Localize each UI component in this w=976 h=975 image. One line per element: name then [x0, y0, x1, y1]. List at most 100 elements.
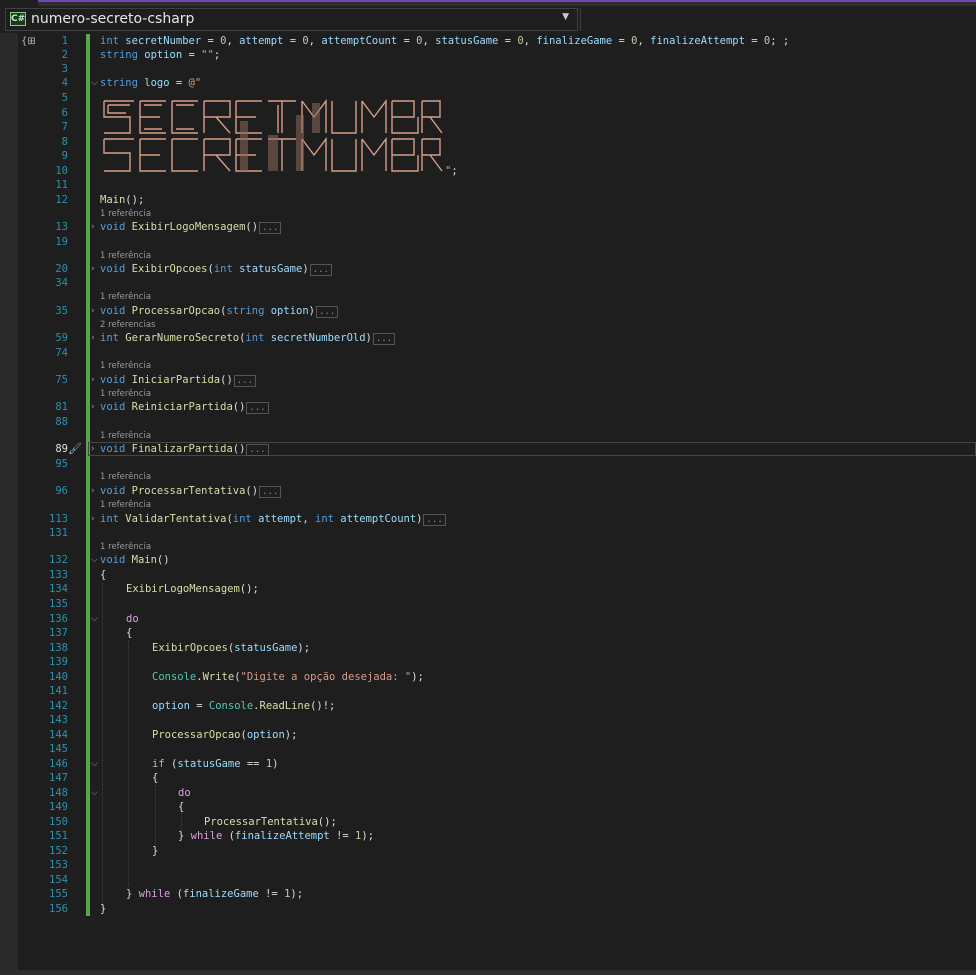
collapsed-region-button[interactable]: ... — [372, 333, 396, 345]
code-lens-references[interactable]: 1 referência — [100, 251, 151, 261]
code-lens-references[interactable]: 1 referência — [100, 361, 151, 371]
dropdown-chevron-icon[interactable]: ▼ — [562, 12, 569, 22]
token-var: statusGame — [435, 35, 499, 47]
token-function: IniciarPartida — [131, 374, 221, 386]
line-number: 149 — [49, 801, 68, 813]
fold-expand-icon[interactable]: › — [91, 373, 95, 387]
code-lens-references[interactable]: 1 referência — [100, 500, 151, 510]
code-line-150: ProcessarTentativa(); — [204, 815, 337, 829]
token-punct: { — [178, 801, 185, 813]
token-punct: != — [329, 830, 356, 842]
collapsed-region-button[interactable]: ... — [309, 264, 332, 276]
token-punct: ) — [302, 263, 309, 275]
horizontal-scrollbar[interactable] — [0, 970, 976, 975]
member-dropdown[interactable] — [580, 8, 976, 31]
token-punct: () — [232, 443, 246, 455]
code-lens-references[interactable]: 2 referencias — [100, 320, 155, 330]
token-var: attempt — [239, 35, 284, 47]
token-punct: { — [100, 569, 107, 581]
code-lens-references[interactable]: 1 referência — [100, 209, 151, 219]
token-function: Main — [100, 194, 126, 206]
token-function: ValidarTentativa — [125, 513, 227, 525]
token-keyword: void — [100, 554, 126, 566]
code-line-146: if (statusGame == 1) — [152, 757, 278, 771]
fold-expand-icon[interactable]: › — [91, 262, 95, 276]
line-number: 135 — [49, 598, 68, 610]
collapsed-region-button[interactable]: ... — [246, 402, 269, 414]
token-keyword: string — [100, 77, 138, 89]
token-param: attemptCount — [340, 513, 417, 525]
token-punct: { — [126, 627, 133, 639]
code-line-12: Main(); — [100, 193, 144, 207]
code-line-20: void ExibirOpcoes(int statusGame)... — [100, 262, 332, 277]
token-function: FinalizarPartida — [131, 443, 233, 455]
code-lens-references[interactable]: 1 referência — [100, 431, 151, 441]
token-keyword: string — [226, 305, 265, 317]
fold-chevron-icon[interactable]: ⌵ — [91, 76, 98, 90]
collapsed-region-button[interactable]: ... — [233, 375, 257, 387]
fold-expand-icon[interactable]: › — [91, 484, 95, 498]
collapsed-region-button[interactable]: ... — [423, 514, 446, 526]
fold-chevron-icon[interactable]: ⌵ — [91, 553, 98, 567]
fold-chevron-icon[interactable]: ⌵ — [91, 757, 98, 771]
line-number: 74 — [55, 347, 68, 359]
token-keyword: string — [100, 49, 138, 61]
token-var: attemptCount — [321, 35, 398, 47]
token-punct: = — [201, 35, 221, 47]
indent-guide — [128, 640, 129, 886]
code-line-10: "; — [445, 164, 458, 178]
fold-chevron-icon[interactable]: ⌵ — [91, 786, 98, 800]
token-control: while — [138, 888, 171, 900]
project-name: numero-secreto-csharp — [31, 11, 195, 27]
accent-line — [0, 0, 976, 2]
token-punct: ) — [272, 758, 279, 770]
fold-expand-icon[interactable]: › — [91, 220, 95, 234]
code-lens-references[interactable]: 1 referência — [100, 292, 151, 302]
token-keyword: void — [100, 221, 126, 233]
line-number: 143 — [49, 714, 68, 726]
code-lens-references[interactable]: 1 referência — [100, 389, 151, 399]
token-punct: ()!; — [310, 700, 336, 712]
indent-guide — [155, 785, 156, 847]
line-number: 4 — [61, 77, 68, 89]
token-punct: , — [226, 35, 240, 47]
fold-expand-icon[interactable]: › — [91, 512, 95, 526]
token-var: statusGame — [177, 758, 241, 770]
code-lens-references[interactable]: 1 referência — [100, 472, 151, 482]
line-number: 2 — [61, 49, 68, 61]
code-line-134: ExibirLogoMensagem(); — [126, 582, 259, 596]
fold-expand-icon[interactable]: › — [91, 400, 95, 414]
code-line-13: void ExibirLogoMensagem()... — [100, 220, 282, 235]
token-keyword: int — [232, 513, 252, 525]
collapsed-region-button[interactable]: ... — [259, 222, 282, 234]
token-keyword: int — [245, 332, 265, 344]
token-punct: ); — [290, 888, 304, 900]
fold-chevron-icon[interactable]: ⌵ — [91, 612, 98, 626]
code-lens-references[interactable]: 1 referência — [100, 542, 151, 552]
line-number: 146 — [49, 758, 68, 770]
token-function: ExibirOpcoes — [152, 642, 228, 654]
token-punct: } — [126, 888, 139, 900]
code-line-149: { — [178, 800, 184, 814]
fold-expand-icon[interactable]: › — [91, 304, 95, 318]
token-function: ExibirLogoMensagem — [131, 221, 246, 233]
token-control: do — [126, 613, 139, 625]
token-punct: = — [169, 77, 189, 89]
collapsed-region-button[interactable]: ... — [246, 444, 269, 456]
line-number: 144 — [49, 729, 68, 741]
line-number: 136 — [49, 613, 68, 625]
token-punct: (); — [239, 583, 259, 595]
collapsed-region-button[interactable]: ... — [259, 486, 282, 498]
code-line-4: string logo = @" — [100, 76, 201, 90]
fold-expand-icon[interactable]: › — [91, 442, 95, 456]
line-number: 1 — [61, 35, 68, 47]
token-function: Write — [202, 671, 235, 683]
line-number: 35 — [55, 305, 68, 317]
project-dropdown[interactable]: C# numero-secreto-csharp ▼ — [5, 8, 578, 31]
fold-expand-icon[interactable]: › — [91, 331, 95, 345]
line-number: 81 — [55, 401, 68, 413]
code-line-147: { — [152, 771, 158, 785]
collapsed-region-button[interactable]: ... — [316, 306, 339, 318]
quick-actions-brush-icon[interactable]: 🖌 — [68, 442, 82, 456]
line-number: 113 — [49, 513, 68, 525]
